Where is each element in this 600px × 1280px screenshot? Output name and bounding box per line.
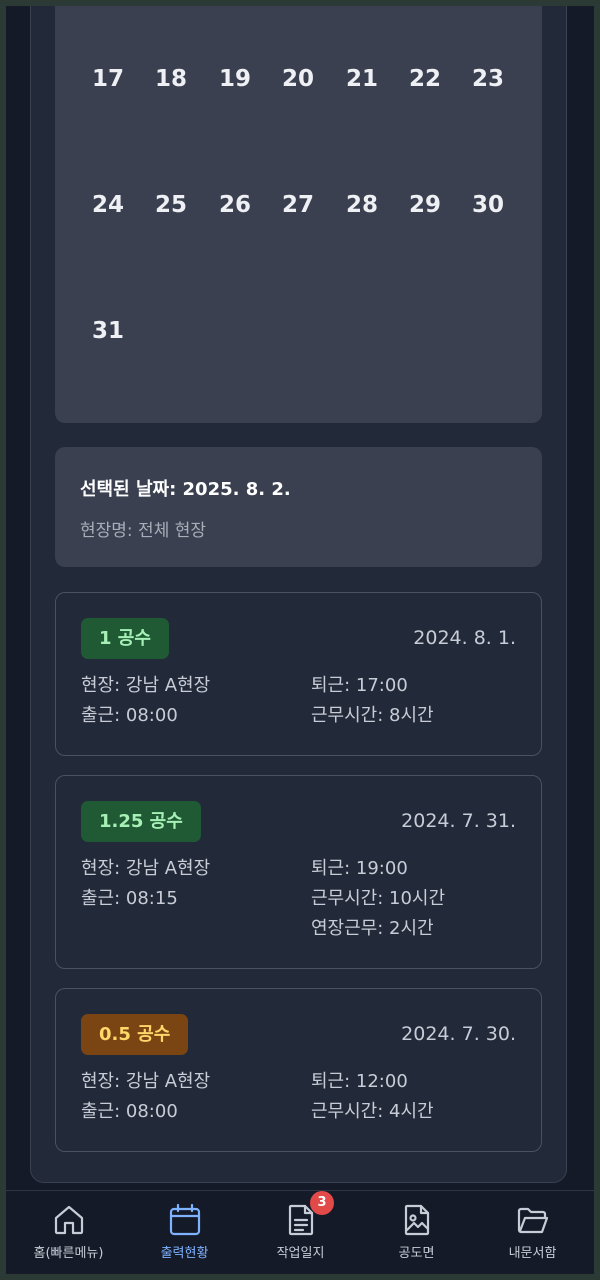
- nav-attendance[interactable]: 출력현황: [126, 1191, 243, 1274]
- record-check-out: 퇴근: 12:00: [311, 1071, 408, 1092]
- selected-site-name: 현장명: 전체 현장: [80, 521, 207, 541]
- nav-label: 출력현황: [160, 1246, 209, 1261]
- calendar-week-row: 24 25 26 27 28 29 30: [55, 192, 542, 232]
- notification-badge: 3: [310, 1191, 334, 1215]
- attendance-record[interactable]: 1 공수 2024. 8. 1. 현장: 강남 A현장 출근: 08:00 퇴근…: [55, 592, 542, 756]
- record-work-hours: 근무시간: 10시간: [311, 888, 446, 909]
- record-site: 현장: 강남 A현장: [81, 858, 211, 879]
- record-date: 2024. 8. 1.: [413, 627, 516, 649]
- nav-label: 홈(빠른메뉴): [33, 1246, 104, 1261]
- calendar-day[interactable]: 24: [76, 192, 140, 218]
- nav-label: 작업일지: [276, 1246, 325, 1261]
- record-work-hours: 근무시간: 4시간: [311, 1101, 434, 1122]
- record-site: 현장: 강남 A현장: [81, 675, 211, 696]
- calendar-day[interactable]: 20: [266, 66, 330, 92]
- attendance-record[interactable]: 0.5 공수 2024. 7. 30. 현장: 강남 A현장 출근: 08:00…: [55, 988, 542, 1152]
- selected-date-panel: 선택된 날짜: 2025. 8. 2. 현장명: 전체 현장: [55, 447, 542, 567]
- nav-label: 공도면: [398, 1246, 435, 1261]
- calendar-day[interactable]: 29: [393, 192, 457, 218]
- nav-my-documents[interactable]: 내문서함: [474, 1191, 591, 1274]
- folder-icon: [517, 1207, 549, 1234]
- home-icon: [54, 1205, 84, 1235]
- nav-home[interactable]: 홈(빠른메뉴): [10, 1191, 127, 1274]
- calendar-day[interactable]: 23: [456, 66, 520, 92]
- calendar-day[interactable]: 25: [139, 192, 203, 218]
- work-unit-badge: 1 공수: [81, 618, 169, 659]
- record-work-hours: 근무시간: 8시간: [311, 705, 434, 726]
- calendar-day[interactable]: 22: [393, 66, 457, 92]
- record-date: 2024. 7. 30.: [401, 1023, 516, 1045]
- record-date: 2024. 7. 31.: [401, 810, 516, 832]
- calendar-day[interactable]: 17: [76, 66, 140, 92]
- record-check-out: 퇴근: 17:00: [311, 675, 408, 696]
- record-check-in: 출근: 08:15: [81, 888, 178, 909]
- calendar-icon: [169, 1203, 201, 1236]
- attendance-record[interactable]: 1.25 공수 2024. 7. 31. 현장: 강남 A현장 출근: 08:1…: [55, 775, 542, 969]
- calendar-day[interactable]: 27: [266, 192, 330, 218]
- calendar-week-row: 31: [55, 318, 542, 358]
- record-check-in: 출근: 08:00: [81, 1101, 178, 1122]
- calendar-week-row: 17 18 19 20 21 22 23: [55, 66, 542, 106]
- nav-work-log[interactable]: 3 작업일지: [242, 1191, 359, 1274]
- calendar-day[interactable]: 30: [456, 192, 520, 218]
- drawing-icon: [404, 1204, 430, 1236]
- calendar-day[interactable]: 31: [76, 318, 140, 344]
- record-check-in: 출근: 08:00: [81, 705, 178, 726]
- app-frame: 17 18 19 20 21 22 23 24 25 26 27 28 29 3…: [6, 6, 594, 1274]
- calendar-day[interactable]: 21: [330, 66, 394, 92]
- calendar-day[interactable]: 28: [330, 192, 394, 218]
- record-overtime: 연장근무: 2시간: [311, 918, 434, 939]
- selected-date-title: 선택된 날짜: 2025. 8. 2.: [80, 479, 291, 500]
- calendar-day[interactable]: 26: [203, 192, 267, 218]
- work-unit-badge: 0.5 공수: [81, 1014, 189, 1055]
- record-site: 현장: 강남 A현장: [81, 1071, 211, 1092]
- calendar-grid: 17 18 19 20 21 22 23 24 25 26 27 28 29 3…: [55, 6, 542, 423]
- nav-label: 내문서함: [508, 1246, 557, 1261]
- calendar-day[interactable]: 18: [139, 66, 203, 92]
- record-check-out: 퇴근: 19:00: [311, 858, 408, 879]
- calendar-day[interactable]: 19: [203, 66, 267, 92]
- bottom-navigation: 홈(빠른메뉴) 출력현황 3 작업일지 공도면 내문서함: [6, 1190, 594, 1274]
- nav-drawings[interactable]: 공도면: [358, 1191, 475, 1274]
- work-unit-badge: 1.25 공수: [81, 801, 201, 842]
